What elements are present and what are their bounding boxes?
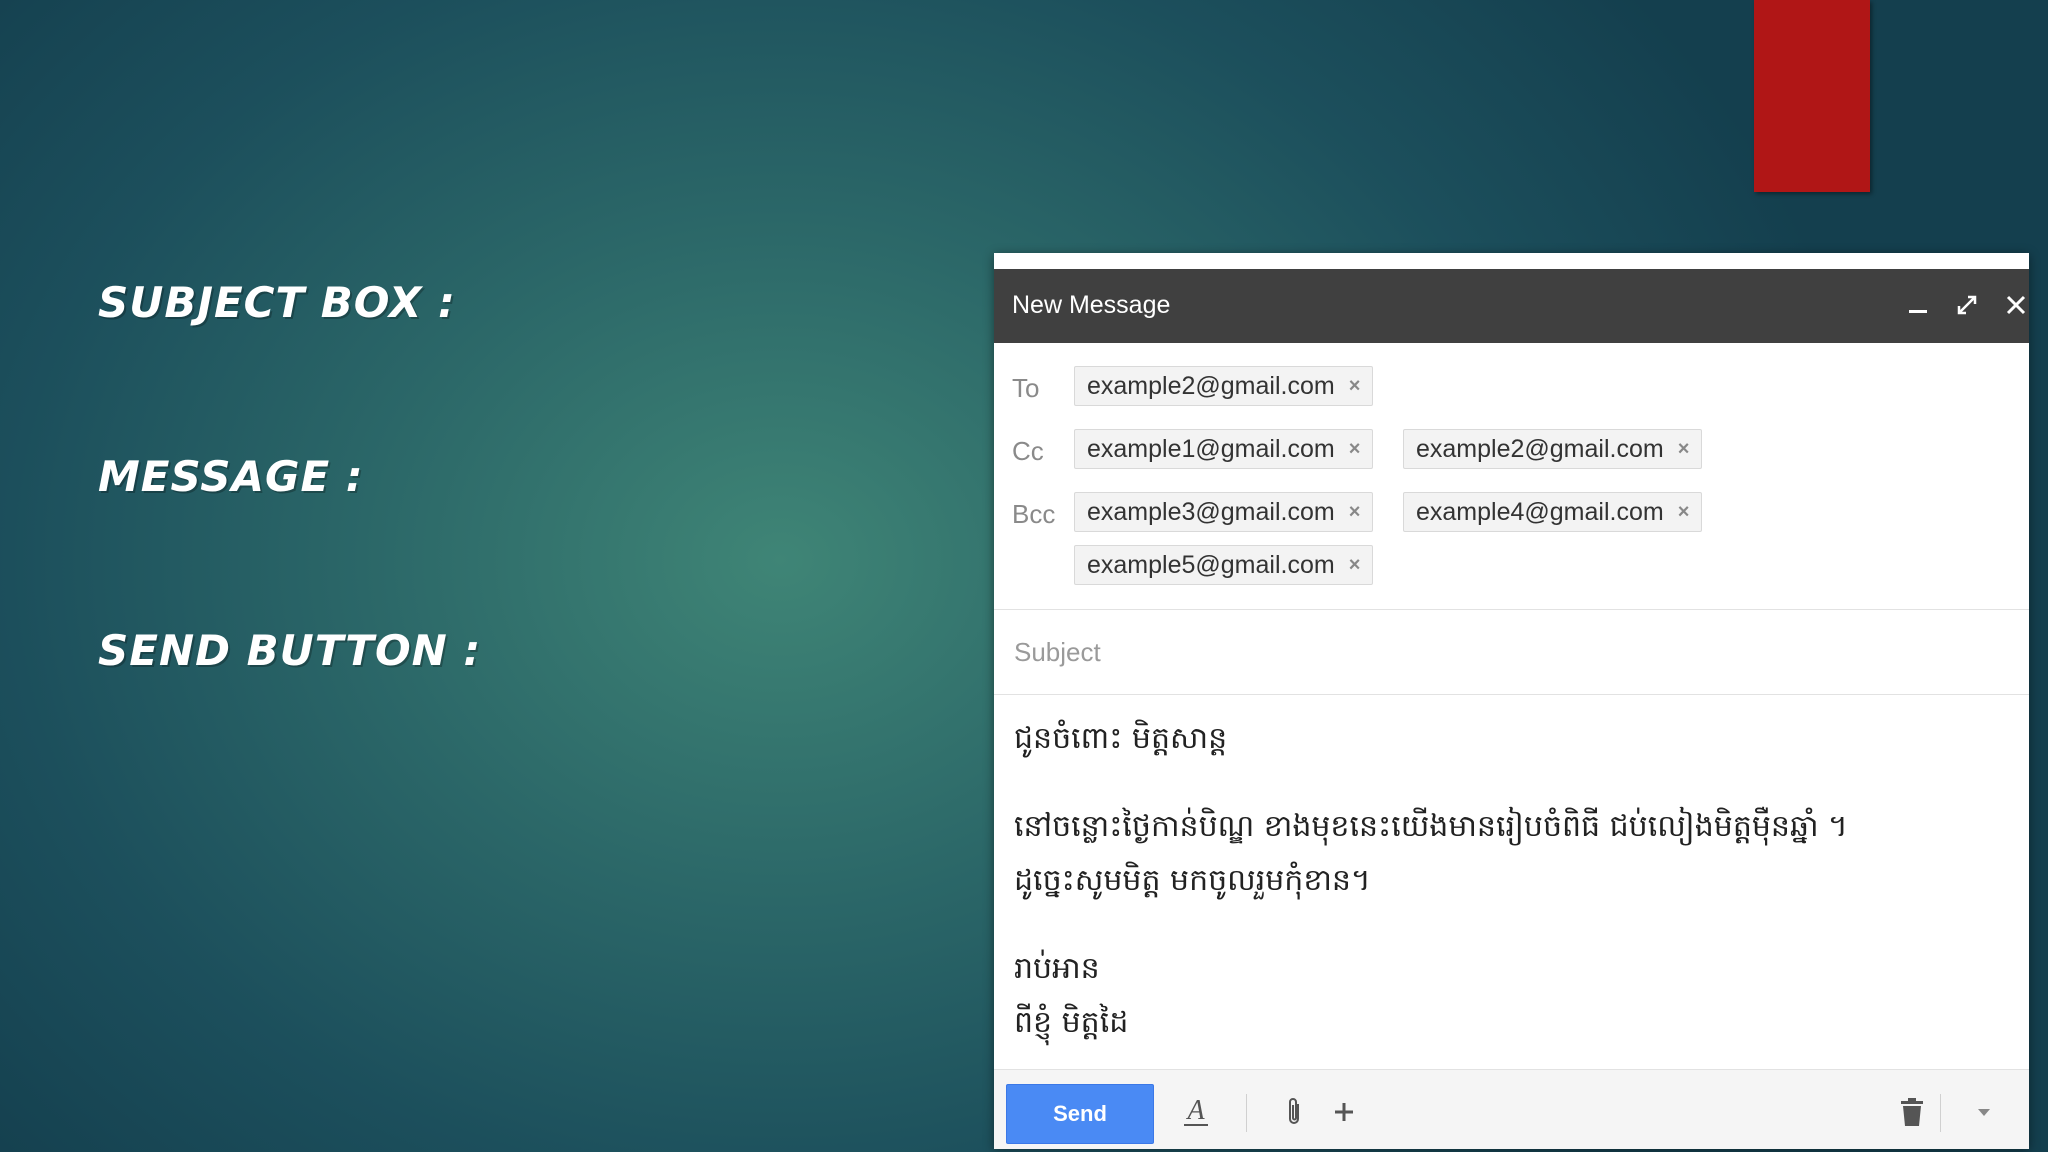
compose-header: New Message <box>994 269 2029 343</box>
minimize-icon[interactable] <box>1898 285 1938 325</box>
body-line: ដូច្នេះសូមមិត្ត មកចូលរួមកុំខាន។ <box>1014 863 1371 898</box>
bcc-email: example3@gmail.com <box>1087 497 1335 526</box>
bcc-chip[interactable]: example3@gmail.com × <box>1074 492 1374 532</box>
svg-text:A: A <box>1185 1095 1205 1126</box>
compose-window: New Message To example2@gmail.com × Cc e… <box>994 253 2029 1149</box>
recipient-chip[interactable]: example2@gmail.com × <box>1074 366 1374 406</box>
cc-chip[interactable]: example2@gmail.com × <box>1403 429 1703 469</box>
attach-icon[interactable] <box>1274 1090 1314 1134</box>
more-options-icon[interactable] <box>1324 1090 1364 1134</box>
compose-toolbar: Send A <box>994 1069 2029 1149</box>
close-icon[interactable] <box>1996 285 2036 325</box>
cc-label: Cc <box>1012 436 1044 466</box>
remove-cc-icon[interactable]: × <box>1349 438 1361 461</box>
expand-icon[interactable] <box>1947 285 1987 325</box>
cc-email: example1@gmail.com <box>1087 434 1335 463</box>
remove-recipient-icon[interactable]: × <box>1349 375 1361 398</box>
remove-bcc-icon[interactable]: × <box>1678 501 1690 524</box>
body-line: រាប់អាន <box>1014 951 1100 986</box>
body-line: ជូនចំពោះ មិត្តសាន្ត <box>1014 721 1228 756</box>
dropdown-icon[interactable] <box>1964 1090 2004 1134</box>
remove-bcc-icon[interactable]: × <box>1349 554 1361 577</box>
label-send-button: SEND BUTTON : <box>98 626 482 675</box>
bcc-email: example4@gmail.com <box>1416 497 1664 526</box>
recipient-email: example2@gmail.com <box>1087 371 1335 400</box>
bcc-email: example5@gmail.com <box>1087 550 1335 579</box>
compose-title: New Message <box>1012 291 1171 319</box>
send-button[interactable]: Send <box>1006 1084 1154 1144</box>
bcc-chip[interactable]: example5@gmail.com × <box>1074 545 1374 585</box>
to-label: To <box>1012 373 1040 403</box>
trash-icon[interactable] <box>1892 1090 1932 1134</box>
toolbar-separator <box>1246 1094 1247 1132</box>
bcc-chip[interactable]: example4@gmail.com × <box>1403 492 1703 532</box>
cc-chip[interactable]: example1@gmail.com × <box>1074 429 1374 469</box>
subject-input[interactable]: Subject <box>1014 637 1101 668</box>
divider <box>994 694 2029 695</box>
cc-email: example2@gmail.com <box>1416 434 1664 463</box>
remove-cc-icon[interactable]: × <box>1678 438 1690 461</box>
bcc-label: Bcc <box>1012 499 1056 529</box>
formatting-icon[interactable]: A <box>1176 1090 1216 1134</box>
body-line: នៅចន្លោះថ្ងៃកាន់បិណ្ឌ ខាងមុខនេះយើងមានរៀប… <box>1014 809 1848 844</box>
label-message: MESSAGE : <box>98 452 364 501</box>
remove-bcc-icon[interactable]: × <box>1349 501 1361 524</box>
divider <box>994 609 2029 610</box>
toolbar-separator <box>1940 1094 1941 1132</box>
body-line: ពីខ្ញុំ មិត្តដៃ <box>1014 1005 1129 1040</box>
label-subject-box: SUBJECT BOX : <box>98 278 456 327</box>
decorative-red-bar <box>1754 0 1870 192</box>
